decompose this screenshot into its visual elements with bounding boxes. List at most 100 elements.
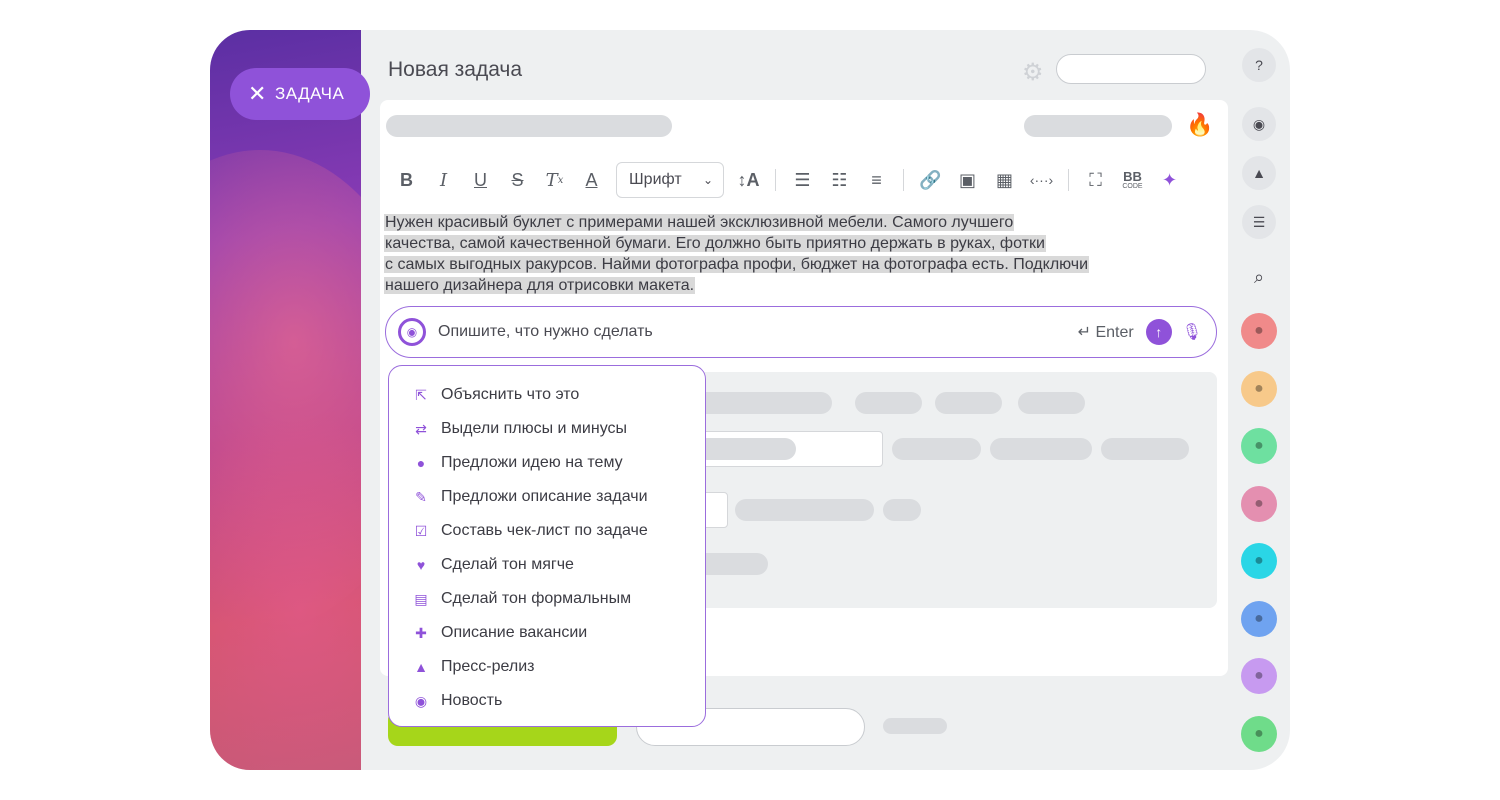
menu-item-label: Предложи идею на тему [441,454,623,471]
deadline-placeholder[interactable] [1024,115,1172,137]
avatar[interactable]: ● [1241,543,1277,579]
avatar[interactable]: ● [1241,313,1277,349]
editor-text[interactable]: Нужен красивый буклет с примерами нашей … [384,212,1220,296]
avatar[interactable]: ● [1241,658,1277,694]
numbered-list-icon[interactable]: ☰ [784,162,821,198]
link-icon[interactable]: 🔗 [912,162,949,198]
close-icon: ✕ [248,81,267,106]
editor-line: нашего дизайнера для отрисовки макета. [384,277,696,294]
chevron-down-icon: ⌄ [702,173,713,187]
arrow-up-icon: ↑ [1155,324,1163,340]
menu-item-label: Пресс-релиз [441,658,535,675]
ai-image-icon[interactable]: ✦ [1151,162,1188,198]
ai-assistant-icon[interactable]: ◉ [1242,107,1276,141]
send-button[interactable]: ↑ [1145,319,1172,345]
toolbar-divider [903,169,904,191]
bold-icon[interactable]: B [388,162,425,198]
detail-placeholder[interactable] [1018,392,1085,414]
image-icon[interactable]: ▣ [949,162,986,198]
page-title: Новая задача [388,58,523,81]
italic-icon[interactable]: I [425,162,462,198]
bbcode-label: BB [1123,169,1142,184]
lightbulb-icon: ● [416,455,426,471]
toolbar-divider [1068,169,1069,191]
menu-item-pros-cons[interactable]: ⇄ Выдели плюсы и минусы [389,412,705,446]
detail-placeholder[interactable] [1101,438,1189,460]
detail-placeholder[interactable] [690,392,832,414]
detail-placeholder[interactable] [855,392,922,414]
app-frame: ✕ ЗАДАЧА Новая задача ⚙ 🔥 B I U S Tx A Ш… [210,30,1290,770]
code-icon[interactable]: ‹···› [1023,162,1060,198]
menu-item-label: Предложи описание задачи [441,488,648,505]
notification-bell-icon[interactable]: ▲ [1242,156,1276,190]
menu-item-description[interactable]: ✎ Предложи описание задачи [389,480,705,514]
avatar[interactable]: ● [1241,428,1277,464]
menu-item-news[interactable]: ◉ Новость [389,684,705,718]
avatar[interactable]: ● [1241,371,1277,407]
bell-icon: ▲ [414,659,428,675]
menu-item-press-release[interactable]: ▲ Пресс-релиз [389,650,705,684]
user-plus-icon: ✚ [415,624,427,641]
clear-format-icon[interactable]: Tx [536,162,573,198]
menu-item-label: Сделай тон формальным [441,590,632,607]
editor-line: с самых выгодных ракурсов. Найми фотогра… [384,256,1090,273]
menu-item-label: Сделай тон мягче [441,556,574,573]
menu-item-vacancy[interactable]: ✚ Описание вакансии [389,616,705,650]
enter-hint: ↵ Enter [1077,324,1134,341]
broadcast-icon: ◉ [414,692,428,709]
detail-placeholder[interactable] [883,499,921,521]
bullet-list-icon[interactable]: ☷ [821,162,858,198]
header-input[interactable] [1056,54,1206,84]
avatar[interactable]: ● [1241,486,1277,522]
microphone-icon[interactable]: 🎙 [1182,322,1202,342]
footer-placeholder[interactable] [883,718,947,734]
ai-assistant-icon: ◉ [398,318,426,346]
menu-item-label: Выдели плюсы и минусы [441,420,628,437]
editor-line: Нужен красивый буклет с примерами нашей … [384,214,1015,231]
detail-placeholder[interactable] [990,438,1092,460]
fullscreen-icon[interactable]: ⛶ [1077,162,1114,198]
menu-item-label: Новость [441,692,503,709]
swap-arrows-icon: ⇄ [415,420,427,437]
underline-icon[interactable]: U [462,162,499,198]
flame-icon[interactable]: 🔥 [1186,112,1213,138]
menu-item-explain[interactable]: ⇱ Объяснить что это [389,378,705,412]
font-size-icon[interactable]: ↕A [730,162,767,198]
menu-item-label: Объяснить что это [441,386,580,403]
detail-placeholder[interactable] [696,438,796,460]
heart-icon: ♥ [416,557,426,573]
help-icon[interactable]: ? [1242,48,1276,82]
bbcode-sublabel: CODE [1122,183,1143,190]
task-title-placeholder[interactable] [386,115,672,137]
menu-item-checklist[interactable]: ☑ Составь чек-лист по задаче [389,514,705,548]
gear-icon[interactable]: ⚙ [1022,58,1044,87]
menu-item-label: Составь чек-лист по задаче [441,522,648,539]
menu-item-idea[interactable]: ● Предложи идею на тему [389,446,705,480]
chat-icon[interactable]: ☰ [1242,205,1276,239]
font-select[interactable]: Шрифт ⌄ [616,162,724,198]
detail-placeholder[interactable] [735,499,874,521]
avatar[interactable]: ● [1241,716,1277,752]
ai-prompt-placeholder: Опишите, что нужно сделать [438,323,653,340]
menu-item-soft-tone[interactable]: ♥ Сделай тон мягче [389,548,705,582]
detail-placeholder[interactable] [892,438,981,460]
briefcase-icon: ▤ [414,590,428,607]
search-icon[interactable]: ⌕ [1242,260,1276,294]
detail-placeholder[interactable] [935,392,1002,414]
menu-item-formal-tone[interactable]: ▤ Сделай тон формальным [389,582,705,616]
align-icon[interactable]: ≡ [858,162,895,198]
avatar[interactable]: ● [1241,601,1277,637]
bbcode-button[interactable]: BB CODE [1114,162,1151,198]
ai-prompt-input[interactable]: ◉ Опишите, что нужно сделать ↵ Enter ↑ 🎙 [385,306,1217,358]
table-icon[interactable]: ▦ [986,162,1023,198]
ai-actions-menu: ⇱ Объяснить что это ⇄ Выдели плюсы и мин… [388,365,706,727]
strikethrough-icon[interactable]: S [499,162,536,198]
font-select-label: Шрифт [629,171,682,188]
menu-item-label: Описание вакансии [441,624,588,641]
close-task-button[interactable]: ✕ ЗАДАЧА [230,68,370,120]
pencil-icon: ✎ [415,488,427,505]
text-color-icon[interactable]: A [573,162,610,198]
close-task-label: ЗАДАЧА [274,84,345,103]
side-gradient-panel [210,30,361,770]
editor-toolbar: B I U S Tx A Шрифт ⌄ ↕A ☰ ☷ ≡ 🔗 ▣ ▦ ‹···… [388,162,1188,198]
